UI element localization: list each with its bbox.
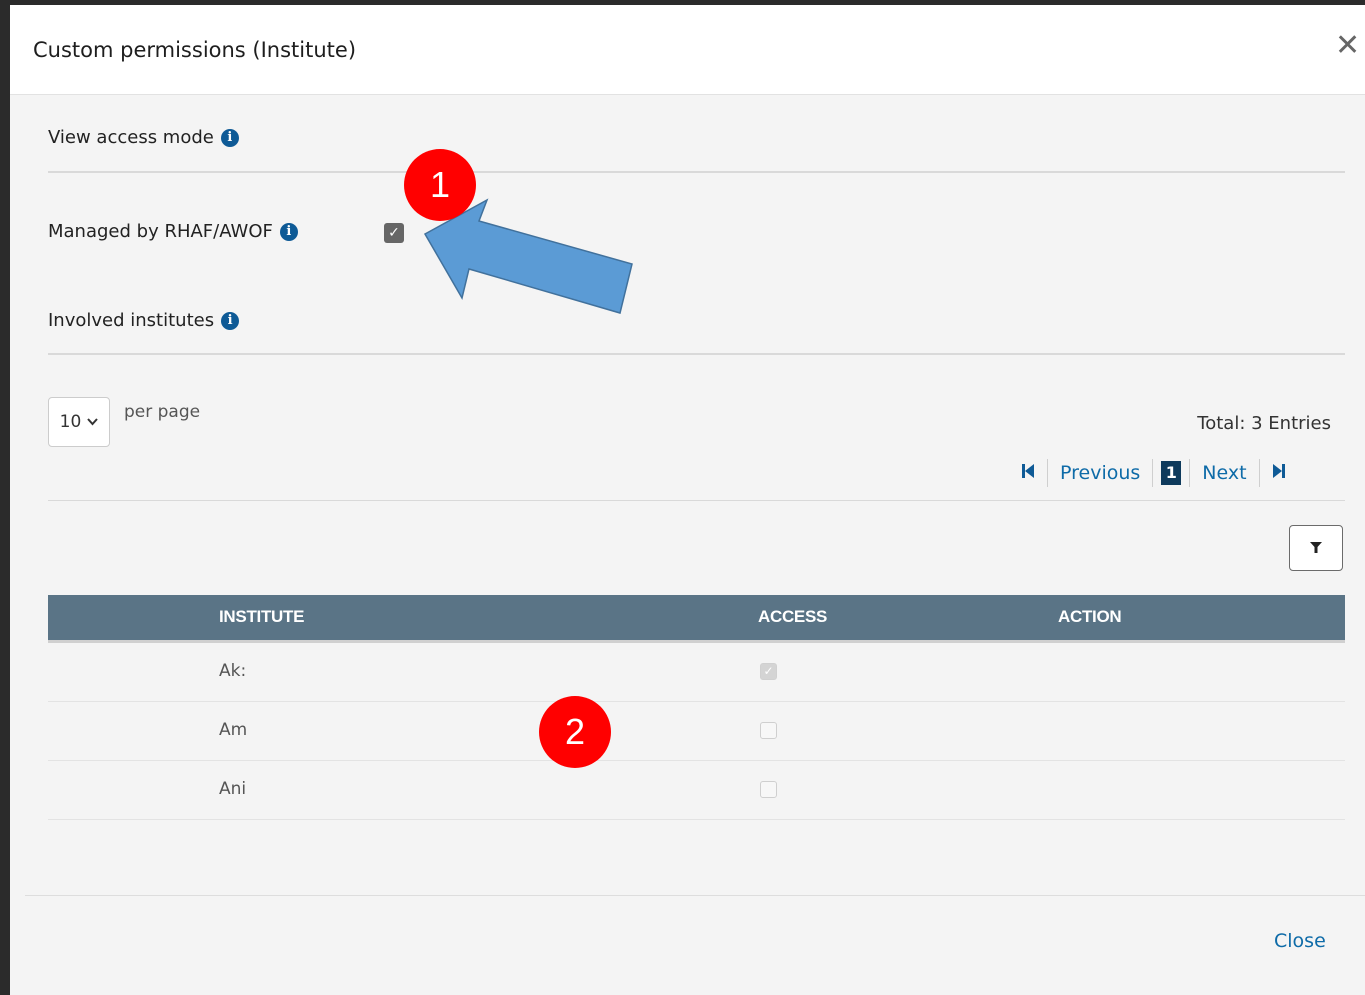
footer-divider <box>25 895 1365 896</box>
current-page-number[interactable]: 1 <box>1161 461 1182 485</box>
table-header: INSTITUTE ACCESS ACTION <box>48 595 1345 643</box>
total-entries: Total: 3 Entries <box>1197 413 1331 434</box>
first-page-icon[interactable] <box>1010 463 1047 483</box>
column-header-access[interactable]: ACCESS <box>758 595 827 639</box>
filter-icon <box>1310 542 1322 553</box>
close-button[interactable]: Close <box>1274 930 1326 952</box>
controls-divider <box>48 500 1345 501</box>
per-page-select[interactable]: 10 <box>48 397 110 447</box>
annotation-marker-1: 1 <box>404 149 476 221</box>
previous-page-link[interactable]: Previous <box>1048 462 1152 484</box>
table-row: Ak: ✓ <box>48 643 1345 702</box>
table-row: Ani <box>48 761 1345 820</box>
per-page-label: per page <box>124 402 201 422</box>
table-row: Am <box>48 702 1345 761</box>
column-header-institute[interactable]: INSTITUTE <box>219 595 304 639</box>
access-checkbox[interactable]: ✓ <box>760 663 777 680</box>
access-checkbox[interactable] <box>760 722 777 739</box>
column-header-action: ACTION <box>1058 607 1122 626</box>
chevron-down-icon <box>87 418 99 426</box>
institute-name: Am <box>219 720 248 740</box>
custom-permissions-modal: Custom permissions (Institute) ✕ View ac… <box>10 5 1365 995</box>
next-page-link[interactable]: Next <box>1190 462 1258 484</box>
pagination-separator <box>1152 459 1154 487</box>
institute-name: Ani <box>219 779 247 799</box>
annotation-arrow <box>423 198 633 314</box>
institute-name: Ak: <box>219 661 247 681</box>
per-page-value: 10 <box>59 412 82 432</box>
access-checkbox[interactable] <box>760 781 777 798</box>
pagination: Previous 1 Next <box>1010 458 1297 488</box>
annotation-marker-2: 2 <box>539 696 611 768</box>
last-page-icon[interactable] <box>1260 463 1297 483</box>
filter-button[interactable] <box>1289 525 1343 571</box>
